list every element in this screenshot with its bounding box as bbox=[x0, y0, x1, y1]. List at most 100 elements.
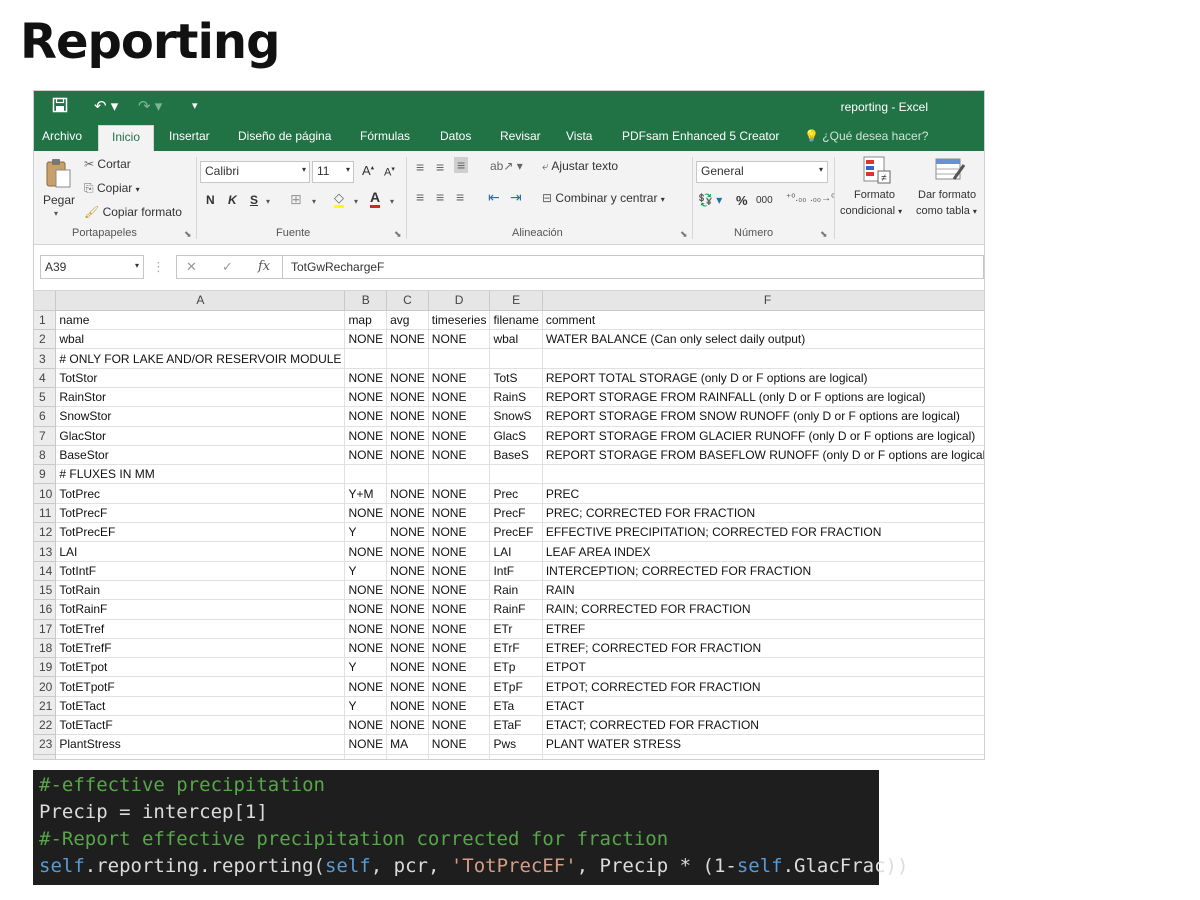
cell[interactable]: TotETpotF bbox=[55, 676, 346, 697]
underline-button[interactable]: S bbox=[250, 193, 258, 207]
cell[interactable]: NONE bbox=[428, 561, 491, 581]
cell[interactable]: ETpF bbox=[489, 676, 543, 697]
row-header[interactable]: 8 bbox=[34, 445, 57, 466]
column-header[interactable]: B bbox=[344, 291, 388, 311]
row-header[interactable]: 11 bbox=[34, 503, 57, 524]
cell[interactable]: NONE bbox=[344, 503, 388, 524]
font-size-select[interactable]: 11 ▾ bbox=[312, 161, 354, 183]
cell[interactable]: NONE bbox=[344, 734, 388, 755]
cell[interactable]: NONE bbox=[344, 406, 388, 427]
cell[interactable]: PrecF bbox=[489, 503, 543, 524]
cell[interactable]: PLANT WATER STRESS bbox=[542, 734, 984, 755]
cell[interactable]: TotETpot bbox=[55, 657, 346, 678]
cell[interactable]: NONE bbox=[386, 522, 429, 543]
column-header[interactable]: F bbox=[542, 291, 984, 311]
cell[interactable]: NONE bbox=[386, 580, 429, 601]
cell[interactable]: ETr bbox=[489, 619, 543, 639]
cell[interactable]: ETACT bbox=[542, 696, 984, 717]
cell[interactable]: NONE bbox=[428, 503, 491, 524]
cell[interactable]: NONE bbox=[386, 657, 429, 678]
cell[interactable]: NONE bbox=[386, 406, 429, 427]
cell[interactable] bbox=[428, 464, 491, 485]
tab-pdfsam[interactable]: PDFsam Enhanced 5 Creator bbox=[622, 129, 779, 143]
row-header[interactable]: 2 bbox=[34, 329, 57, 350]
cell[interactable]: REPORT STORAGE FROM RAINFALL (only D or … bbox=[542, 387, 984, 408]
tab-diseno-pagina[interactable]: Diseño de página bbox=[238, 129, 331, 143]
cell[interactable]: ETREF; CORRECTED FOR FRACTION bbox=[542, 638, 984, 659]
cell[interactable]: LAI bbox=[55, 541, 346, 562]
cell[interactable]: EFFECTIVE PRECIPITATION; CORRECTED FOR F… bbox=[542, 522, 984, 543]
cell[interactable] bbox=[386, 348, 429, 369]
cell[interactable]: filename bbox=[489, 310, 543, 331]
undo-icon[interactable]: ↶ ▾ bbox=[94, 97, 118, 115]
cell[interactable] bbox=[542, 348, 984, 369]
cell[interactable]: avg bbox=[386, 310, 429, 331]
formula-input[interactable]: TotGwRechargeF bbox=[282, 255, 984, 279]
cell[interactable]: ETrF bbox=[489, 638, 543, 659]
cell[interactable]: NONE bbox=[428, 387, 491, 408]
align-bottom-icon[interactable]: ≡ bbox=[454, 157, 469, 173]
cell[interactable]: NONE bbox=[344, 599, 388, 620]
cell[interactable]: MA bbox=[386, 734, 429, 755]
cell[interactable]: ETa bbox=[489, 696, 543, 717]
cell[interactable]: NONE bbox=[344, 619, 388, 639]
cell[interactable]: timeseries bbox=[428, 310, 491, 331]
row-header[interactable]: 3 bbox=[34, 348, 57, 369]
row-header[interactable]: 22 bbox=[34, 715, 57, 736]
font-color-button[interactable]: A bbox=[370, 189, 381, 208]
cell[interactable]: SNOWFALL bbox=[542, 754, 984, 759]
cell[interactable]: RainS bbox=[489, 387, 543, 408]
tab-insertar[interactable]: Insertar bbox=[169, 129, 210, 143]
cell[interactable]: TotS bbox=[489, 368, 543, 388]
cell[interactable]: TotETact bbox=[55, 696, 346, 717]
cell[interactable]: TotPrecF bbox=[55, 503, 346, 524]
row-header[interactable]: 6 bbox=[34, 406, 57, 427]
currency-icon[interactable]: 💱 ▾ bbox=[698, 193, 722, 207]
save-icon[interactable] bbox=[52, 97, 68, 117]
align-right-icon[interactable]: ≡ bbox=[456, 189, 464, 205]
row-header[interactable]: 21 bbox=[34, 696, 57, 717]
cell[interactable]: WATER BALANCE (Can only select daily out… bbox=[542, 329, 984, 350]
cell[interactable]: NONE bbox=[386, 599, 429, 620]
cell[interactable]: PREC; CORRECTED FOR FRACTION bbox=[542, 503, 984, 524]
cell[interactable]: NONE bbox=[344, 445, 388, 466]
cell[interactable]: ETACT; CORRECTED FOR FRACTION bbox=[542, 715, 984, 736]
cell[interactable]: TotRain bbox=[55, 580, 346, 601]
cell[interactable] bbox=[386, 464, 429, 485]
cell[interactable]: LEAF AREA INDEX bbox=[542, 541, 984, 562]
cell[interactable] bbox=[344, 464, 388, 485]
cell[interactable]: ETaF bbox=[489, 715, 543, 736]
tab-archivo[interactable]: Archivo bbox=[42, 129, 82, 143]
cell[interactable]: # FLUXES IN MM bbox=[55, 464, 346, 485]
cell[interactable]: NONE bbox=[386, 503, 429, 524]
cell[interactable]: # ONLY FOR LAKE AND/OR RESERVOIR MODULE bbox=[55, 348, 346, 369]
row-header[interactable]: 12 bbox=[34, 522, 57, 543]
cell[interactable]: NONE bbox=[428, 483, 491, 504]
row-header[interactable]: 4 bbox=[34, 368, 57, 388]
cell[interactable]: Y bbox=[344, 754, 388, 759]
cell[interactable]: NONE bbox=[428, 522, 491, 543]
cell[interactable]: NONE bbox=[344, 715, 388, 736]
row-header[interactable]: 7 bbox=[34, 426, 57, 446]
select-all-corner[interactable] bbox=[34, 291, 57, 311]
row-header[interactable]: 18 bbox=[34, 638, 57, 659]
cell[interactable]: RainF bbox=[489, 599, 543, 620]
cell[interactable]: REPORT STORAGE FROM SNOW RUNOFF (only D … bbox=[542, 406, 984, 427]
row-header[interactable]: 19 bbox=[34, 657, 57, 678]
cell[interactable]: TotETref bbox=[55, 619, 346, 639]
cell[interactable] bbox=[489, 464, 543, 485]
cell[interactable]: NONE bbox=[428, 696, 491, 717]
more-options-icon[interactable]: ⋮ bbox=[152, 259, 165, 275]
tab-datos[interactable]: Datos bbox=[440, 129, 471, 143]
cell[interactable] bbox=[344, 348, 388, 369]
cell[interactable]: TotETactF bbox=[55, 715, 346, 736]
format-as-table-button[interactable]: como tabla ▾ bbox=[916, 205, 977, 217]
borders-icon[interactable]: ⊞ bbox=[290, 191, 302, 208]
italic-button[interactable]: K bbox=[228, 193, 237, 207]
cell[interactable]: Y bbox=[344, 561, 388, 581]
cell[interactable]: NONE bbox=[428, 619, 491, 639]
align-left-icon[interactable]: ≡ bbox=[416, 189, 424, 205]
row-header[interactable]: 20 bbox=[34, 676, 57, 697]
cell[interactable]: INTERCEPTION; CORRECTED FOR FRACTION bbox=[542, 561, 984, 581]
grow-font-button[interactable]: A▴ bbox=[362, 163, 374, 178]
